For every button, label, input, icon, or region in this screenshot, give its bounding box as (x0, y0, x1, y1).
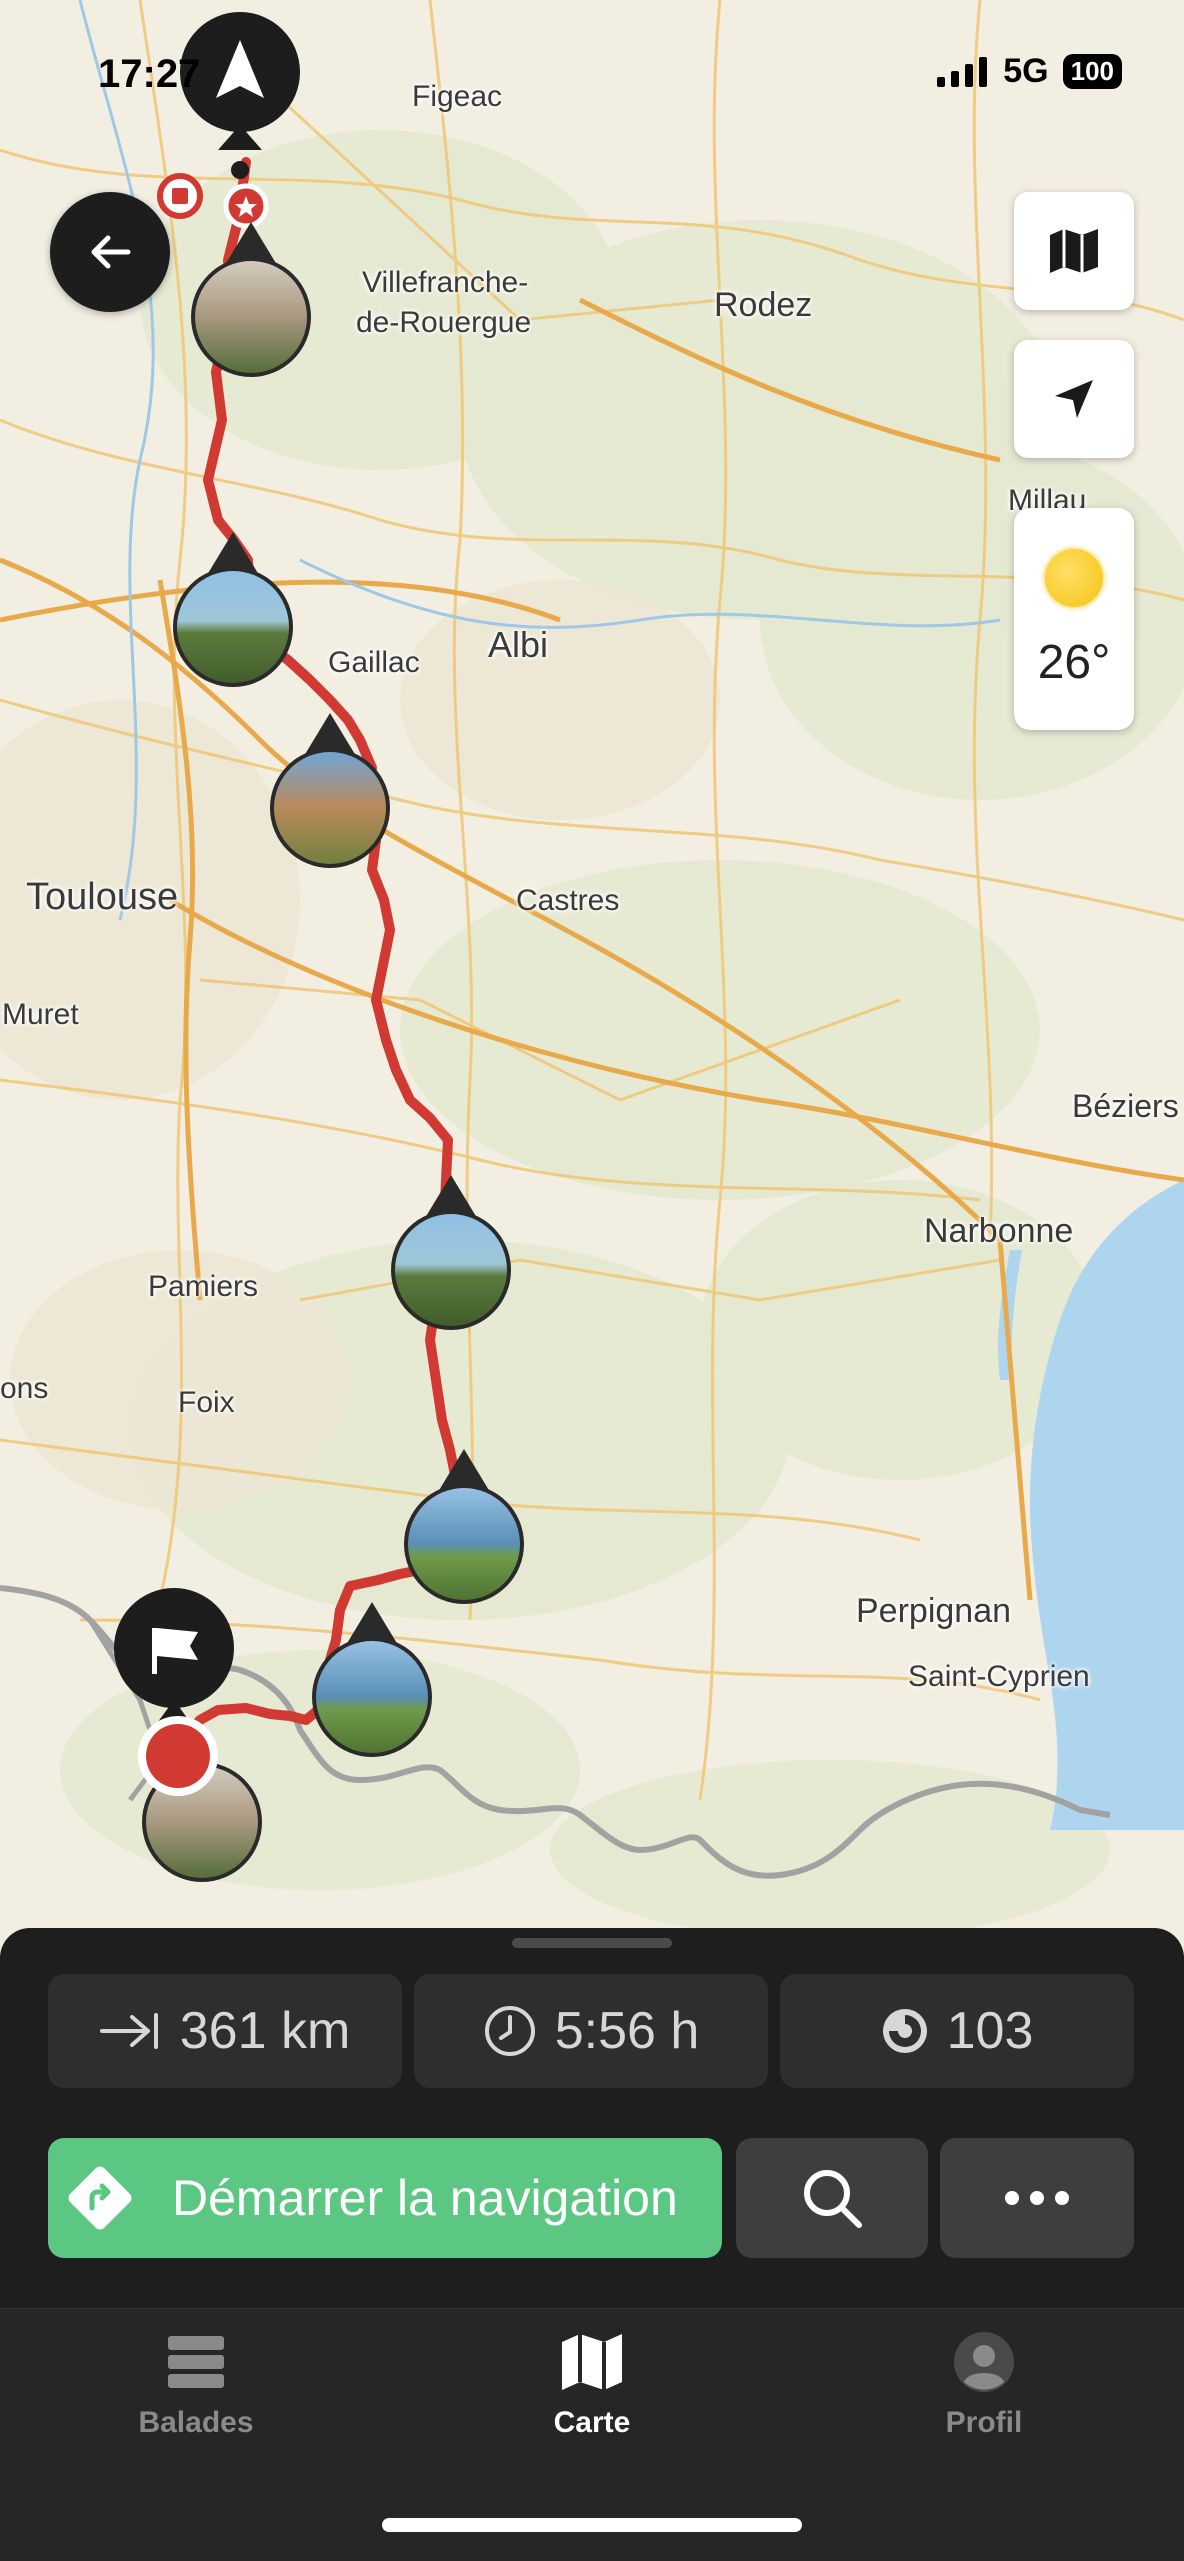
map-icon (562, 2334, 622, 2390)
city-label: Toulouse (26, 876, 179, 918)
more-options-button[interactable] (940, 2138, 1134, 2258)
navigation-turn-icon (68, 2166, 132, 2230)
tab-label: Profil (945, 2406, 1023, 2439)
user-icon (954, 2332, 1014, 2392)
home-indicator (382, 2518, 802, 2532)
tab-label: Carte (553, 2406, 631, 2439)
distance-value: 361 km (179, 2002, 351, 2060)
city-label: Gaillac (328, 646, 420, 679)
city-label: Perpignan (856, 1592, 1012, 1630)
ellipsis-icon (1005, 2191, 1069, 2205)
city-label: Narbonne (924, 1212, 1074, 1250)
city-label: Rodez (714, 286, 813, 324)
city-label: Albi (488, 624, 549, 665)
battery-indicator: 100 (1062, 54, 1122, 89)
tab-profil[interactable]: Profil (864, 2330, 1104, 2440)
network-type: 5G (1003, 52, 1049, 90)
curviness-value: 103 (946, 2002, 1034, 2060)
city-label: Figeac (412, 80, 503, 113)
city-label: Castres (516, 884, 620, 917)
stack-icon (168, 2336, 224, 2388)
city-label: Béziers (1072, 1088, 1179, 1124)
map-icon (1050, 229, 1098, 273)
distance-stat: 361 km (48, 1974, 402, 2088)
duration-stat: 5:56 h (414, 1974, 768, 2088)
navigation-arrow-icon (1055, 380, 1093, 418)
city-label: ons (0, 1372, 49, 1405)
weather-widget[interactable]: 26° (1014, 508, 1134, 730)
locate-button[interactable] (1014, 340, 1134, 458)
tab-label: Balades (138, 2406, 254, 2439)
clock-icon (484, 2006, 535, 2056)
map-canvas[interactable] (0, 0, 1184, 1940)
city-label: de-Rouergue (356, 306, 532, 339)
start-navigation-button[interactable]: Démarrer la navigation (48, 2138, 722, 2258)
signal-icon (937, 56, 988, 87)
city-label: Saint-Cyprien (908, 1660, 1090, 1693)
sun-icon (1045, 548, 1103, 607)
tab-carte[interactable]: Carte (472, 2330, 712, 2440)
temperature: 26° (1037, 635, 1111, 689)
city-label: Pamiers (148, 1270, 259, 1303)
tab-balades[interactable]: Balades (76, 2330, 316, 2440)
status-time: 17:27 (98, 52, 201, 96)
search-button[interactable] (736, 2138, 928, 2258)
distance-arrow-icon (99, 2013, 158, 2049)
city-label: Foix (178, 1386, 235, 1419)
stop-marker (157, 173, 203, 219)
duration-value: 5:56 h (554, 2002, 700, 2060)
arrow-left-icon (91, 235, 131, 269)
via-marker (223, 183, 269, 229)
curviness-stat: 103 (780, 1974, 1134, 2088)
city-label: Muret (2, 998, 79, 1031)
start-navigation-label: Démarrer la navigation (172, 2170, 678, 2226)
map-layers-button[interactable] (1014, 192, 1134, 310)
end-marker (138, 1716, 218, 1796)
sheet-drag-handle[interactable] (512, 1938, 672, 1948)
curviness-icon (882, 2009, 927, 2053)
status-indicators: 5G 100 (937, 52, 1122, 91)
search-icon (804, 2170, 862, 2228)
city-label: Villefranche- (362, 266, 529, 299)
back-button[interactable] (50, 192, 170, 312)
